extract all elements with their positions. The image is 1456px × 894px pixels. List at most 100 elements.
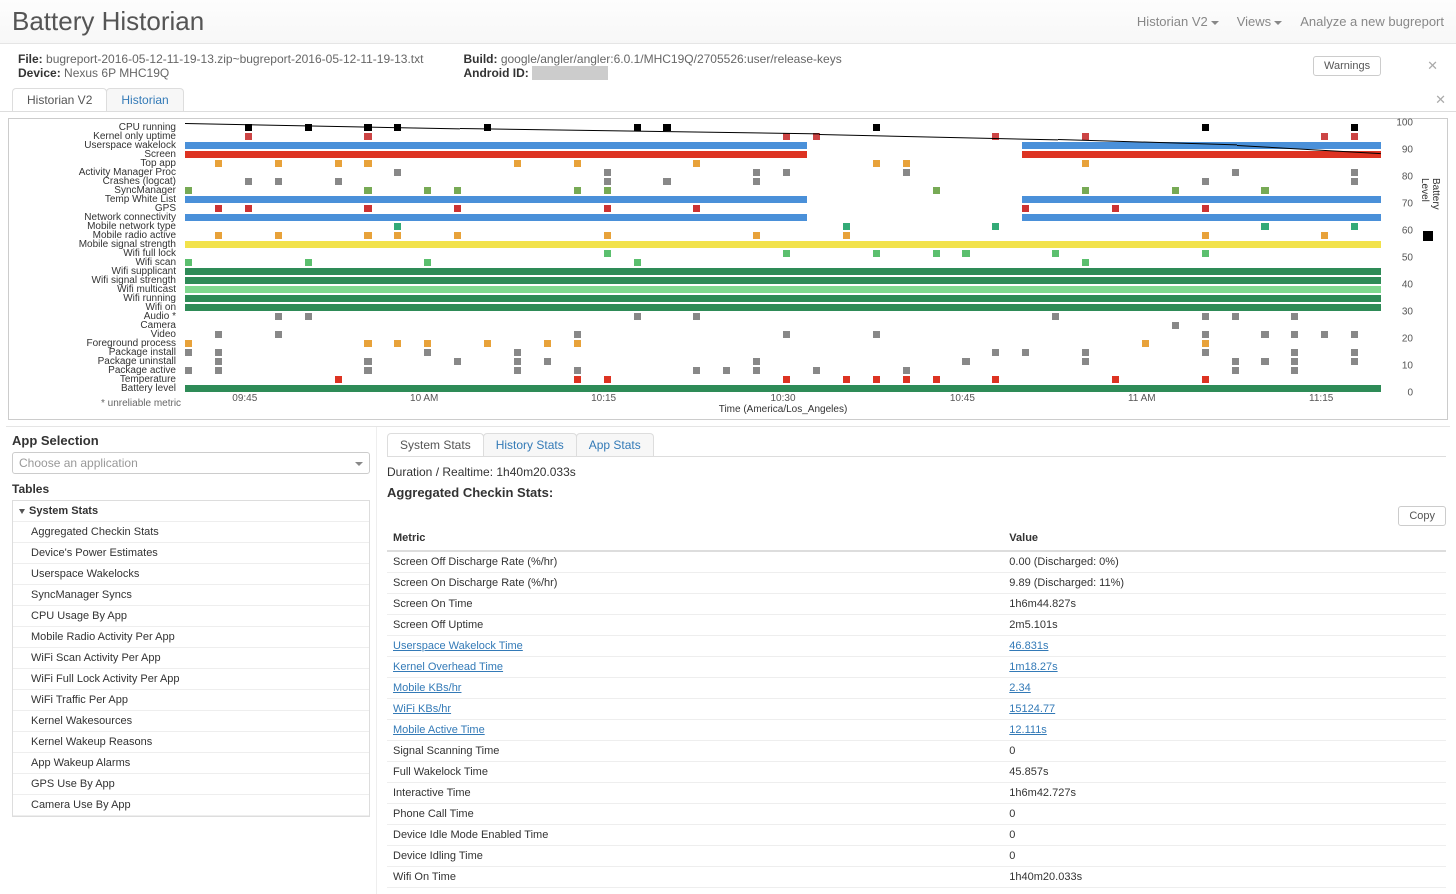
tree-node[interactable]: Kernel Wakesources xyxy=(13,711,369,732)
lane[interactable] xyxy=(185,177,1381,186)
tree-node[interactable]: Mobile Radio Activity Per App xyxy=(13,627,369,648)
tree-node[interactable]: Camera Use By App xyxy=(13,795,369,816)
close-icon[interactable]: ✕ xyxy=(1435,92,1446,108)
lane[interactable] xyxy=(185,330,1381,339)
nav-views[interactable]: Views xyxy=(1237,14,1282,29)
tree-node-label: WiFi Traffic Per App xyxy=(31,694,128,706)
metric-cell[interactable]: Userspace Wakelock Time xyxy=(387,636,1003,657)
table-row: Screen On Time1h6m44.827s xyxy=(387,594,1446,615)
lane[interactable] xyxy=(185,249,1381,258)
lane[interactable] xyxy=(185,384,1381,393)
tree-node[interactable]: App Wakeup Alarms xyxy=(13,753,369,774)
table-row: Userspace Wakelock Time46.831s xyxy=(387,636,1446,657)
value-cell[interactable]: 2.34 xyxy=(1003,678,1446,699)
x-tick: 11 AM xyxy=(1128,393,1156,404)
x-tick: 09:45 xyxy=(232,393,257,404)
main-tabstrip: Historian V2 Historian ✕ xyxy=(0,88,1456,112)
tree-node[interactable]: WiFi Full Lock Activity Per App xyxy=(13,669,369,690)
value-cell: 1h6m42.727s xyxy=(1003,783,1446,804)
lane[interactable] xyxy=(185,150,1381,159)
tree-node[interactable]: SyncManager Syncs xyxy=(13,585,369,606)
lane[interactable] xyxy=(185,312,1381,321)
value-cell[interactable]: 15124.77 xyxy=(1003,699,1446,720)
tree-node[interactable]: Userspace Wakelocks xyxy=(13,564,369,585)
value-cell[interactable]: 1m18.27s xyxy=(1003,657,1446,678)
lane[interactable] xyxy=(185,258,1381,267)
tab-app-stats[interactable]: App Stats xyxy=(576,433,654,456)
app-select-dropdown[interactable]: Choose an application xyxy=(12,452,370,474)
x-axis: Time (America/Los_Angeles) 09:4510 AM10:… xyxy=(185,393,1381,405)
lane[interactable] xyxy=(185,348,1381,357)
lane[interactable] xyxy=(185,267,1381,276)
tree-node[interactable]: System Stats xyxy=(13,501,369,522)
lane[interactable] xyxy=(185,222,1381,231)
lane[interactable] xyxy=(185,231,1381,240)
lane[interactable] xyxy=(185,321,1381,330)
lane[interactable] xyxy=(185,186,1381,195)
metric-cell[interactable]: Mobile Active Time xyxy=(387,720,1003,741)
tab-historian-v2[interactable]: Historian V2 xyxy=(12,88,107,111)
info-bar: File: bugreport-2016-05-12-11-19-13.zip~… xyxy=(0,44,1456,88)
unreliable-note: * unreliable metric xyxy=(101,398,181,409)
value-cell: 9.89 (Discharged: 11%) xyxy=(1003,573,1446,594)
metric-cell[interactable]: Mobile KBs/hr xyxy=(387,678,1003,699)
lane[interactable] xyxy=(185,168,1381,177)
value-cell[interactable]: 12.111s xyxy=(1003,720,1446,741)
tree-node-label: WiFi Full Lock Activity Per App xyxy=(31,673,180,685)
table-row: Full Wakelock Time45.857s xyxy=(387,762,1446,783)
y-tick: 0 xyxy=(1407,388,1413,399)
table-row: Mobile KBs/hr2.34 xyxy=(387,678,1446,699)
lane[interactable] xyxy=(185,195,1381,204)
tree-node-label: SyncManager Syncs xyxy=(31,589,132,601)
lane[interactable] xyxy=(185,375,1381,384)
lanes[interactable] xyxy=(185,123,1381,393)
copy-button[interactable]: Copy xyxy=(1398,506,1446,526)
nav-analyze-new[interactable]: Analyze a new bugreport xyxy=(1300,14,1444,29)
metric-cell: Screen On Discharge Rate (%/hr) xyxy=(387,573,1003,594)
tab-historian[interactable]: Historian xyxy=(106,88,183,111)
y-tick: 100 xyxy=(1396,118,1413,129)
metric-cell: Interactive Time xyxy=(387,783,1003,804)
th-metric: Metric xyxy=(387,526,1003,551)
tree-node[interactable]: Device's Power Estimates xyxy=(13,543,369,564)
lane[interactable] xyxy=(185,339,1381,348)
x-tick: 11:15 xyxy=(1309,393,1333,404)
tree-node[interactable]: Aggregated Checkin Stats xyxy=(13,522,369,543)
metric-cell[interactable]: WiFi KBs/hr xyxy=(387,699,1003,720)
warnings-button[interactable]: Warnings xyxy=(1313,56,1381,76)
table-row: Mobile Active Time12.111s xyxy=(387,720,1446,741)
lane[interactable] xyxy=(185,213,1381,222)
value-cell[interactable]: 46.831s xyxy=(1003,636,1446,657)
lane[interactable] xyxy=(185,240,1381,249)
lane[interactable] xyxy=(185,276,1381,285)
lane[interactable] xyxy=(185,357,1381,366)
duration-line: Duration / Realtime: 1h40m20.033s xyxy=(387,465,1446,479)
tree-node[interactable]: CPU Usage By App xyxy=(13,606,369,627)
nav-historian-v2[interactable]: Historian V2 xyxy=(1137,14,1219,29)
lane[interactable] xyxy=(185,285,1381,294)
right-panel: System Stats History Stats App Stats Dur… xyxy=(376,427,1450,894)
lane[interactable] xyxy=(185,159,1381,168)
navbar-right: Historian V2 Views Analyze a new bugrepo… xyxy=(1137,14,1444,29)
left-panel: App Selection Choose an application Tabl… xyxy=(6,427,376,894)
table-row: Screen Off Uptime2m5.101s xyxy=(387,615,1446,636)
tree-node[interactable]: Kernel Wakeup Reasons xyxy=(13,732,369,753)
close-icon[interactable]: ✕ xyxy=(1427,58,1438,74)
tree-node[interactable]: WiFi Traffic Per App xyxy=(13,690,369,711)
lane[interactable] xyxy=(185,303,1381,312)
tab-history-stats[interactable]: History Stats xyxy=(483,433,577,456)
value-cell: 0 xyxy=(1003,804,1446,825)
aggregated-title: Aggregated Checkin Stats: xyxy=(387,485,1446,500)
tab-system-stats[interactable]: System Stats xyxy=(387,433,484,456)
y-tick: 60 xyxy=(1402,226,1413,237)
lane[interactable] xyxy=(185,366,1381,375)
lane[interactable] xyxy=(185,294,1381,303)
tables-tree: System StatsAggregated Checkin StatsDevi… xyxy=(12,500,370,817)
metric-cell[interactable]: Kernel Overhead Time xyxy=(387,657,1003,678)
tree-node[interactable]: WiFi Scan Activity Per App xyxy=(13,648,369,669)
metric-cell: Wifi On Time xyxy=(387,867,1003,888)
metric-cell: Device Idle Mode Enabled Time xyxy=(387,825,1003,846)
tree-node-label: CPU Usage By App xyxy=(31,610,127,622)
lane[interactable] xyxy=(185,204,1381,213)
tree-node[interactable]: GPS Use By App xyxy=(13,774,369,795)
